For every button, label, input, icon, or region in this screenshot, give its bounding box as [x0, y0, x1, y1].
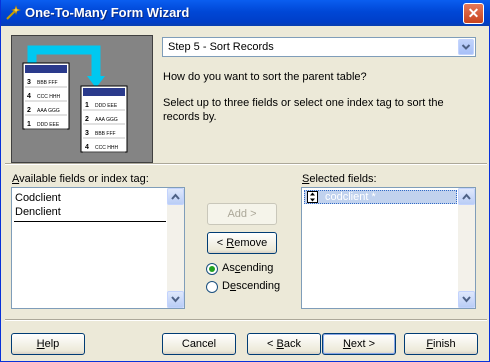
- available-fields-list[interactable]: Codclient Denclient: [11, 187, 185, 309]
- ascending-radio[interactable]: [206, 263, 218, 275]
- separator-bottom: [5, 319, 487, 321]
- left-table-row-text: CCC HHH: [37, 94, 60, 100]
- right-table-row-text: CCC HHH: [95, 145, 118, 151]
- separator-top: [5, 163, 487, 165]
- help-button[interactable]: Help: [11, 333, 85, 355]
- available-fields-label: Available fields or index tag:: [12, 173, 149, 185]
- selected-fields-label: Selected fields:: [302, 173, 377, 185]
- left-table-row-number: 2: [27, 107, 31, 114]
- instruction-question: How do you want to sort the parent table…: [163, 71, 367, 83]
- step-dropdown[interactable]: Step 5 - Sort Records: [162, 37, 476, 57]
- left-table-row-number: 4: [27, 93, 31, 100]
- selected-fields-list[interactable]: codclient *: [301, 187, 476, 309]
- ascending-label[interactable]: Ascending: [222, 262, 273, 274]
- chevron-down-icon: [171, 296, 180, 303]
- close-button[interactable]: ✕: [463, 3, 484, 24]
- selected-field-name: codclient *: [325, 191, 376, 203]
- next-button[interactable]: Next >: [322, 333, 396, 355]
- left-table-row-number: 3: [27, 79, 31, 86]
- left-table-row-number: 1: [27, 121, 31, 128]
- scroll-down-button[interactable]: [167, 291, 184, 308]
- descending-label[interactable]: Descending: [222, 280, 280, 292]
- close-icon: ✕: [467, 5, 480, 21]
- title-bar[interactable]: One-To-Many Form Wizard ✕: [1, 0, 490, 26]
- add-button[interactable]: Add >: [207, 203, 277, 225]
- left-table-row-text: AAA GGG: [37, 108, 60, 114]
- cancel-button[interactable]: Cancel: [162, 333, 236, 355]
- right-table-row-number: 2: [85, 116, 89, 123]
- finish-button[interactable]: Finish: [404, 333, 478, 355]
- list-item[interactable]: Codclient: [15, 191, 61, 205]
- step-dropdown-value: Step 5 - Sort Records: [168, 41, 274, 53]
- step-illustration: 3 BBB FFF 4 CCC HHH 2 AAA GGG 1 DDD EEE 1 DDD EE…: [11, 35, 153, 163]
- instruction-line-1: Select up to three fields or select one …: [163, 97, 444, 109]
- chevron-down-icon: [462, 296, 471, 303]
- remove-button[interactable]: < Remove: [207, 232, 277, 254]
- list-item[interactable]: Denclient: [15, 205, 61, 219]
- right-table-row-text: BBB FFF: [95, 131, 116, 137]
- descending-radio[interactable]: [206, 281, 218, 293]
- wizard-wand-icon: [6, 5, 21, 20]
- instruction-line-2: records by.: [163, 111, 217, 123]
- left-table-row-text: DDD EEE: [37, 122, 60, 128]
- right-table-row-text: DDD EEE: [95, 103, 118, 109]
- chevron-down-icon: [461, 44, 471, 50]
- right-table-row-text: AAA GGG: [95, 117, 118, 123]
- left-table-row-text: BBB FFF: [37, 80, 58, 86]
- right-table-row-number: 3: [85, 130, 89, 137]
- step-dropdown-button[interactable]: [458, 39, 474, 55]
- window-title: One-To-Many Form Wizard: [25, 5, 190, 20]
- list-focus-line: [14, 221, 166, 222]
- right-table-row-number: 1: [85, 102, 89, 109]
- right-table-row-number: 4: [85, 144, 89, 151]
- scroll-down-button[interactable]: [458, 291, 475, 308]
- wizard-window: One-To-Many Form Wizard ✕ 3 BBB FFF 4 CCC H…: [0, 0, 490, 362]
- radio-selected-dot: [209, 266, 215, 272]
- available-scrollbar[interactable]: [167, 188, 184, 308]
- chevron-up-icon: [462, 193, 471, 200]
- selected-scrollbar[interactable]: [458, 188, 475, 308]
- scroll-up-button[interactable]: [167, 188, 184, 205]
- selected-row[interactable]: codclient *: [304, 190, 457, 204]
- chevron-up-icon: [171, 193, 180, 200]
- scroll-up-button[interactable]: [458, 188, 475, 205]
- back-button[interactable]: < Back: [247, 333, 321, 355]
- move-handle-icon[interactable]: [307, 191, 319, 203]
- sort-records-illustration-image: 3 BBB FFF 4 CCC HHH 2 AAA GGG 1 DDD EEE 1 DDD EE…: [22, 45, 128, 153]
